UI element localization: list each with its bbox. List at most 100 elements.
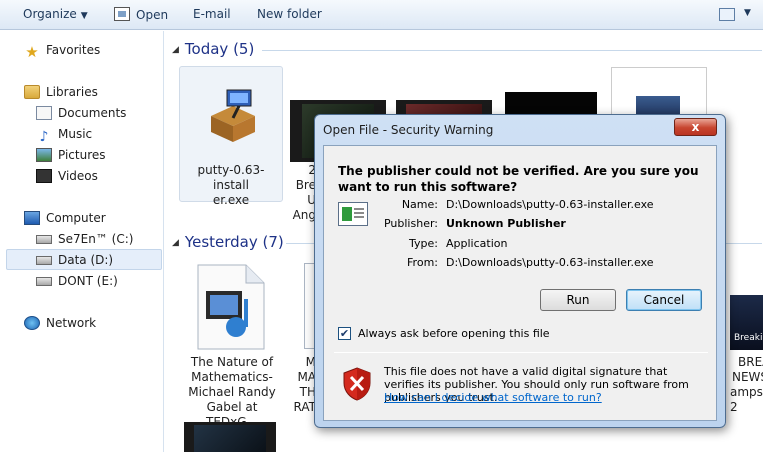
nav-music[interactable]: ♪ Music — [36, 125, 93, 145]
drive-icon — [36, 256, 52, 265]
libraries-icon — [24, 85, 40, 99]
open-app-icon — [114, 7, 130, 21]
nav-pictures-label: Pictures — [58, 148, 106, 162]
network-icon — [24, 316, 40, 330]
documents-icon — [36, 106, 52, 120]
command-bar: Organize ▼ Open E-mail New folder ▼ — [0, 0, 763, 30]
file-thumbnail[interactable] — [611, 67, 707, 119]
nav-music-label: Music — [58, 127, 93, 141]
nav-favorites[interactable]: ★ Favorites — [24, 41, 101, 61]
right-file-label: BREA NEWS amps 2 — [730, 355, 763, 415]
partial-file-label: M MA TH RAT — [290, 355, 316, 415]
nav-drive-d[interactable]: Data (D:) — [36, 251, 113, 269]
nav-pictures[interactable]: Pictures — [36, 146, 106, 164]
nav-documents-label: Documents — [58, 106, 127, 120]
partial-label-line: MA — [297, 370, 316, 384]
nav-drive-c-label: Se7En™ (C:) — [58, 232, 134, 246]
new-folder-button[interactable]: New folder — [257, 7, 322, 21]
video-thumbnail[interactable]: Breakin — [730, 295, 763, 350]
publisher-value: Unknown Publisher — [446, 217, 566, 230]
name-label: Name: — [401, 198, 438, 211]
group-yesterday-label: Yesterday (7) — [184, 233, 284, 251]
run-button[interactable]: Run — [540, 289, 616, 311]
from-value: D:\Downloads\putty-0.63-installer.exe — [446, 256, 654, 269]
thumbnail-caption: Breakin — [734, 333, 763, 343]
dialog-divider — [334, 352, 708, 353]
from-label: From: — [407, 256, 438, 269]
putty-label-line-1: putty-0.63-install — [197, 163, 265, 192]
video-label-line: 2 — [308, 163, 316, 177]
shield-warning-icon — [343, 367, 371, 401]
nav-libraries[interactable]: Libraries — [24, 83, 98, 101]
nav-documents[interactable]: Documents — [36, 104, 126, 122]
nav-network-label: Network — [46, 316, 97, 330]
new-folder-label: New folder — [257, 7, 322, 21]
partial-label-line: M — [305, 355, 316, 369]
nature-of-mathematics-label: The Nature of Mathematics- Michael Randy… — [182, 355, 282, 430]
putty-label-line-2: er.exe — [212, 193, 250, 207]
navigation-pane: ★ Favorites Libraries Documents ♪ Music Pi… — [0, 31, 164, 452]
application-file-icon — [338, 202, 368, 226]
type-value: Application — [446, 237, 508, 250]
nav-videos[interactable]: Videos — [36, 167, 98, 185]
star-icon: ★ — [25, 43, 39, 61]
help-link[interactable]: How can I decide what software to run? — [384, 391, 602, 404]
verification-question: The publisher could not be verified. Are… — [338, 164, 699, 194]
group-divider — [262, 50, 762, 51]
nav-libraries-label: Libraries — [46, 85, 98, 99]
open-label: Open — [136, 8, 169, 22]
dialog-body: The publisher could not be verified. Are… — [323, 145, 717, 421]
nature-label-line: Michael Randy — [188, 385, 276, 399]
nav-drive-e-label: DONT (E:) — [58, 274, 118, 288]
collapse-triangle-icon: ◢ — [172, 238, 179, 248]
organize-label: Organize — [23, 7, 77, 21]
group-header-yesterday[interactable]: ◢ Yesterday (7) — [172, 233, 284, 251]
putty-file-label: putty-0.63-install er.exe — [180, 163, 282, 208]
video-file-label: 2 Bre U Ang — [290, 163, 316, 223]
collapse-triangle-icon: ◢ — [172, 45, 179, 55]
organize-button[interactable]: Organize ▼ — [23, 7, 88, 21]
nav-computer-label: Computer — [46, 211, 106, 225]
nav-network[interactable]: Network — [24, 314, 96, 332]
chevron-down-icon: ▼ — [80, 11, 88, 21]
video-label-line: Ang — [292, 208, 316, 222]
computer-icon — [24, 211, 40, 225]
media-file-icon — [197, 264, 265, 350]
video-label-line: U — [307, 193, 316, 207]
group-today-label: Today (5) — [184, 40, 255, 58]
drive-icon — [36, 277, 52, 286]
name-value: D:\Downloads\putty-0.63-installer.exe — [446, 198, 654, 211]
type-label: Type: — [409, 237, 438, 250]
nav-computer[interactable]: Computer — [24, 209, 106, 227]
nature-label-line: The Nature of — [190, 355, 274, 369]
publisher-label: Publisher: — [383, 217, 438, 230]
dialog-title: Open File - Security Warning — [323, 123, 494, 137]
nature-label-line: Mathematics- — [191, 370, 273, 384]
group-header-today[interactable]: ◢ Today (5) — [172, 40, 254, 58]
security-warning-dialog: Open File - Security Warning x The publi… — [314, 114, 726, 428]
open-button[interactable]: Open — [114, 7, 168, 22]
cancel-button[interactable]: Cancel — [626, 289, 702, 311]
nav-drive-e[interactable]: DONT (E:) — [36, 272, 118, 290]
video-label-line: Bre — [295, 178, 316, 192]
view-options-chevron-icon[interactable]: ▼ — [744, 8, 751, 18]
always-ask-checkbox[interactable]: ✔ — [338, 327, 351, 340]
installer-box-icon — [211, 89, 255, 142]
email-button[interactable]: E-mail — [193, 7, 231, 21]
music-note-icon: ♪ — [39, 129, 49, 145]
always-ask-label[interactable]: Always ask before opening this file — [358, 327, 550, 340]
right-label-line: NEWS — [732, 370, 763, 384]
nav-videos-label: Videos — [58, 169, 98, 183]
nav-drive-d-label: Data (D:) — [58, 253, 114, 267]
nav-drive-c[interactable]: Se7En™ (C:) — [36, 230, 133, 248]
videos-icon — [36, 169, 52, 183]
video-thumbnail[interactable] — [184, 422, 276, 452]
close-button[interactable]: x — [674, 118, 717, 136]
partial-label-line: TH — [299, 385, 316, 399]
nav-favorites-label: Favorites — [46, 43, 101, 57]
partial-label-line: RAT — [293, 400, 316, 414]
windows-drive-icon — [36, 235, 52, 244]
right-label-line: amps 2 — [730, 385, 763, 414]
pictures-icon — [36, 148, 52, 162]
change-view-button[interactable] — [719, 8, 735, 21]
